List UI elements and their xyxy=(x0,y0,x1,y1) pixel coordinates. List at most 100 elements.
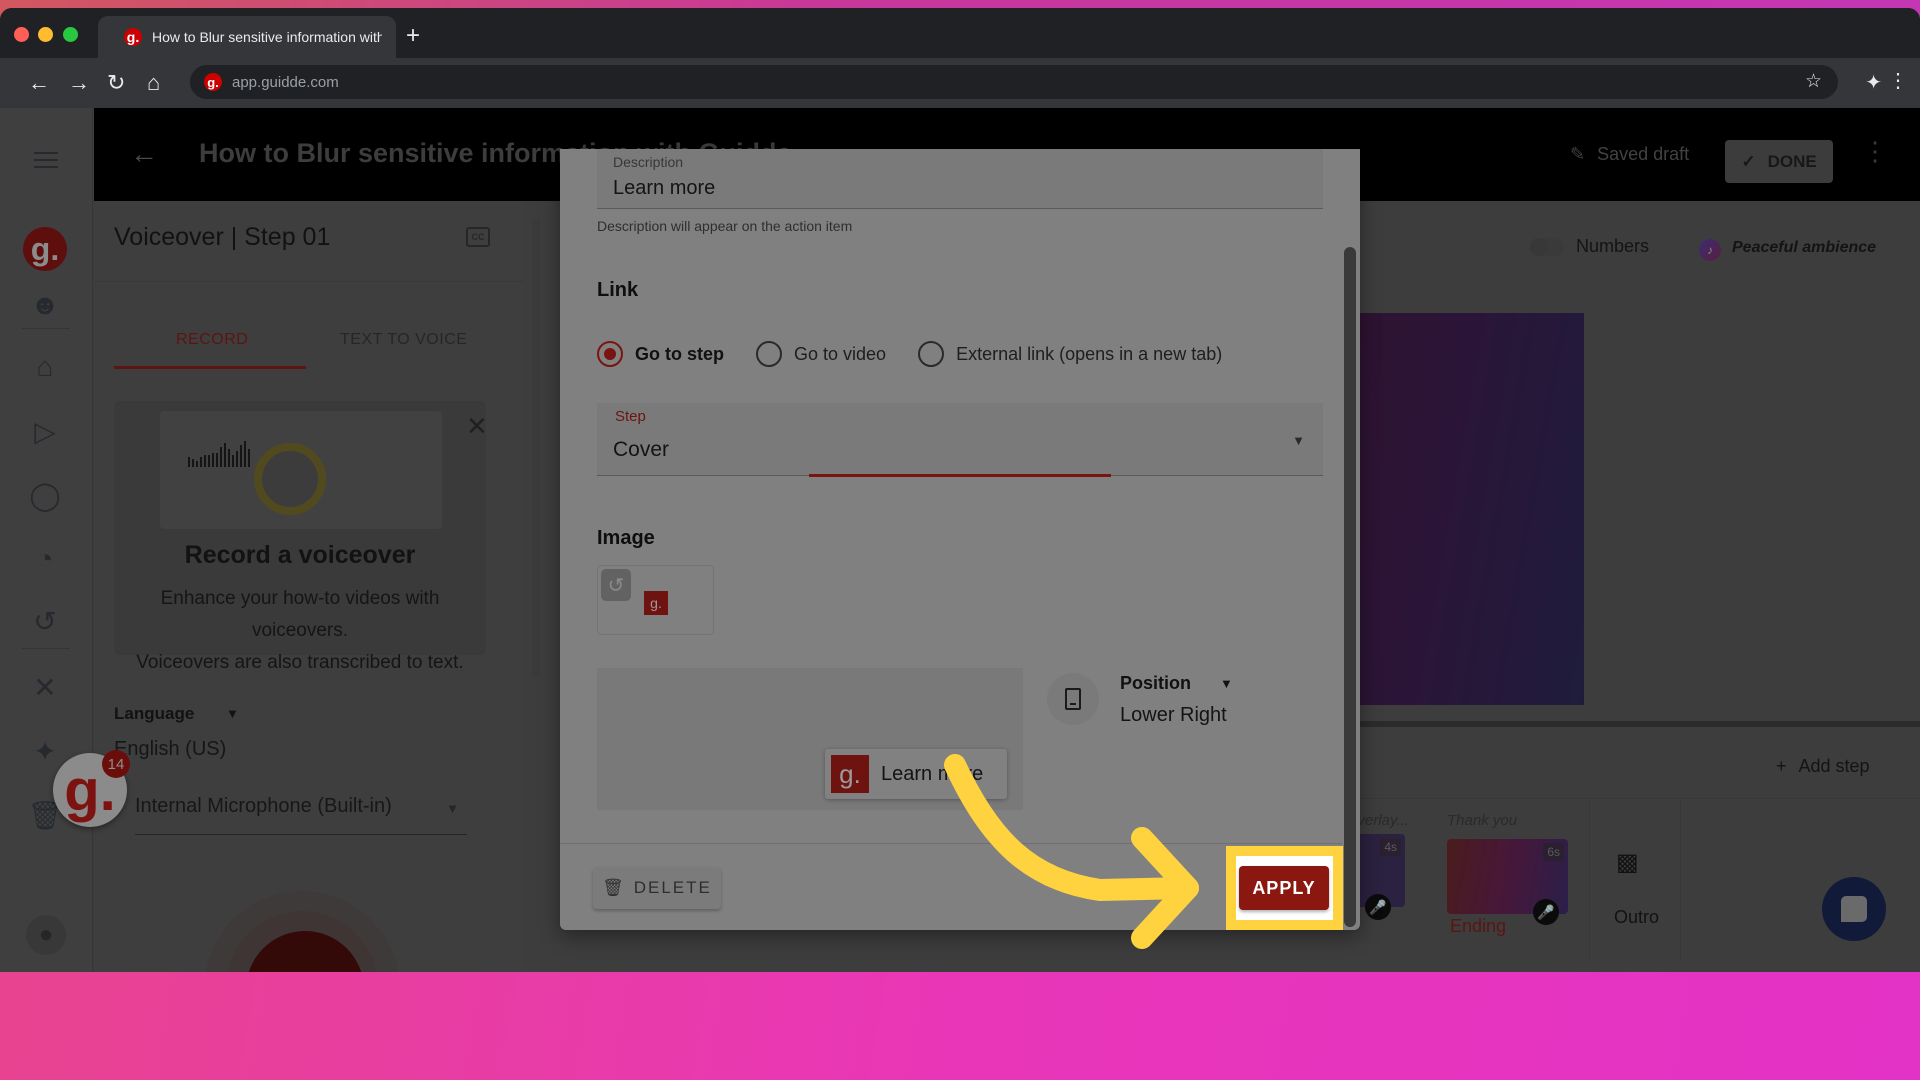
radio-unchecked-icon xyxy=(756,341,782,367)
close-icon[interactable]: ✕ xyxy=(466,411,488,442)
chevron-down-icon: ▼ xyxy=(1292,433,1305,448)
profile-avatar-icon[interactable]: ● xyxy=(26,915,66,955)
home-icon[interactable]: ⌂ xyxy=(28,350,62,384)
left-nav: g. ☻ ⌂ ▷ ◯ ◔ ↺ ✕ ✦ 🗑 ● xyxy=(0,108,93,972)
ending-label: Ending xyxy=(1450,916,1507,936)
focus-underline xyxy=(809,474,1111,477)
microphone-icon[interactable]: 🎤 xyxy=(1533,899,1559,925)
duration-badge: 6s xyxy=(1543,843,1564,861)
panel-scrollbar[interactable] xyxy=(532,218,540,678)
delete-button[interactable]: 🗑 DELETE xyxy=(593,867,721,909)
saved-status: ✎ Saved draft xyxy=(1570,144,1689,165)
draft-pencil-icon: ✎ xyxy=(1570,144,1586,164)
microphone-icon[interactable]: 🎤 xyxy=(1365,894,1391,920)
apply-button[interactable]: APPLY xyxy=(1239,866,1329,910)
guidde-logo[interactable]: g. xyxy=(23,227,67,271)
more-options-icon[interactable]: ⋮ xyxy=(1862,136,1888,167)
description-line: Enhance your how-to videos with voiceove… xyxy=(160,588,440,641)
integrations-puzzle-icon[interactable]: ✦ xyxy=(28,734,62,768)
radio-go-to-step[interactable]: Go to step xyxy=(597,341,724,367)
description-field[interactable]: Description Learn more xyxy=(597,149,1323,209)
nav-divider xyxy=(22,328,70,329)
closed-captions-icon[interactable]: CC xyxy=(466,227,490,247)
radio-external-link[interactable]: External link (opens in a new tab) xyxy=(918,341,1222,367)
checkmark-icon: ✓ xyxy=(1741,151,1756,171)
numbers-label: Numbers xyxy=(1576,236,1650,256)
chat-icon xyxy=(1841,896,1867,922)
add-video-icon: ▩ xyxy=(1616,849,1639,876)
chat-support-button[interactable] xyxy=(1822,877,1886,941)
duration-badge: 4s xyxy=(1380,838,1401,856)
action-item-dialog: Description Learn more Description will … xyxy=(560,149,1360,930)
step-select[interactable]: Step Cover ▼ xyxy=(597,403,1323,477)
image-thumbnail: g. xyxy=(644,591,668,615)
guidde-favicon-icon: g. xyxy=(124,28,142,46)
background-music-label[interactable]: Peaceful ambience xyxy=(1732,239,1876,257)
invite-user-icon[interactable]: ☻ xyxy=(28,288,62,322)
numbers-toggle-group: Numbers xyxy=(1530,236,1649,257)
language-value[interactable]: English (US) xyxy=(114,738,226,761)
spaces-icon[interactable]: ◯ xyxy=(28,478,62,512)
numbers-toggle[interactable] xyxy=(1530,237,1564,256)
analytics-icon[interactable]: ◔ xyxy=(28,542,62,576)
done-button[interactable]: ✓ DONE xyxy=(1725,140,1833,183)
extensions-puzzle-icon[interactable]: ✦ xyxy=(1865,70,1882,95)
microphone-select[interactable]: Internal Microphone (Built-in) ▼ xyxy=(135,795,467,835)
record-voiceover-card: ✕ Record a voiceover Enhance your how-to… xyxy=(114,401,488,673)
step-label: Step xyxy=(615,408,646,425)
browser-menu-icon[interactable]: ⋮ xyxy=(1888,68,1908,93)
chevron-down-icon[interactable]: ▼ xyxy=(226,706,239,721)
description-helper-text: Description will appear on the action it… xyxy=(597,218,853,234)
record-pulse: REC xyxy=(204,891,400,972)
advanced-label: ED xyxy=(1170,876,1196,895)
description-input[interactable]: Learn more xyxy=(613,177,715,200)
outro-step[interactable]: ▩ Outro xyxy=(1589,800,1681,960)
position-label[interactable]: Position xyxy=(1120,673,1191,694)
reload-icon[interactable]: ↻ xyxy=(107,71,125,95)
brand-kit-icon[interactable]: ✕ xyxy=(28,670,62,704)
advanced-toggle[interactable] xyxy=(1088,881,1116,895)
back-arrow-icon[interactable]: ← xyxy=(28,71,50,95)
position-icon[interactable] xyxy=(1047,673,1099,725)
tab-title: How to Blur sensitive information with G… xyxy=(152,29,382,45)
apply-highlight-box: APPLY xyxy=(1226,846,1343,930)
step-thumbnail[interactable]: 6s 🎤 xyxy=(1447,839,1568,925)
tab-text-to-voice[interactable]: TEXT TO VOICE xyxy=(340,331,467,349)
language-label[interactable]: Language xyxy=(114,704,194,724)
hamburger-menu-icon[interactable] xyxy=(34,152,58,170)
url-text: app.guidde.com xyxy=(232,73,339,91)
videos-icon[interactable]: ▷ xyxy=(28,414,62,448)
radio-unchecked-icon xyxy=(918,341,945,367)
bookmark-star-icon[interactable]: ☆ xyxy=(1805,70,1822,93)
browser-tab[interactable]: g. How to Blur sensitive information wit… xyxy=(98,16,396,58)
reset-image-icon[interactable]: ↺ xyxy=(601,569,631,601)
forward-arrow-icon[interactable]: → xyxy=(68,71,90,95)
radio-go-to-video[interactable]: Go to video xyxy=(756,341,886,367)
delete-label: DELETE xyxy=(633,878,712,897)
music-note-icon[interactable]: ♪ xyxy=(1699,239,1721,261)
back-arrow-icon[interactable]: ← xyxy=(130,138,158,170)
active-tab-indicator xyxy=(114,366,306,369)
radio-label: Go to video xyxy=(794,343,887,364)
chevron-down-icon[interactable]: ▼ xyxy=(1220,676,1233,691)
address-bar[interactable]: g. app.guidde.com ☆ xyxy=(190,65,1838,99)
action-item-preview: g. Learn more xyxy=(825,749,1007,799)
minimize-window-button[interactable] xyxy=(38,27,53,42)
home-icon[interactable]: ⌂ xyxy=(147,71,160,95)
step-thumbnail-label: Thank you xyxy=(1447,812,1518,829)
dialog-scrollbar[interactable] xyxy=(1344,247,1356,927)
image-upload-box[interactable]: ↺ g. xyxy=(597,565,714,635)
description-line: Voiceovers are also transcribed to text. xyxy=(136,652,464,673)
tab-record[interactable]: RECORD xyxy=(176,331,248,349)
new-tab-button[interactable]: + xyxy=(406,22,420,50)
position-value: Lower Right xyxy=(1120,704,1227,726)
close-window-button[interactable] xyxy=(14,27,29,42)
step-value: Cover xyxy=(613,438,670,461)
add-step-button[interactable]: + Add step xyxy=(1776,756,1870,777)
preview-scrollbar[interactable] xyxy=(1345,721,1920,727)
outro-label: Outro xyxy=(1614,907,1660,927)
browser-toolbar: ← → ↻ ⌂ g. app.guidde.com ☆ ✦ ⋮ xyxy=(0,58,1920,108)
history-icon[interactable]: ↺ xyxy=(28,604,62,638)
tab-bar: g. How to Blur sensitive information wit… xyxy=(0,8,1920,58)
maximize-window-button[interactable] xyxy=(63,27,78,42)
